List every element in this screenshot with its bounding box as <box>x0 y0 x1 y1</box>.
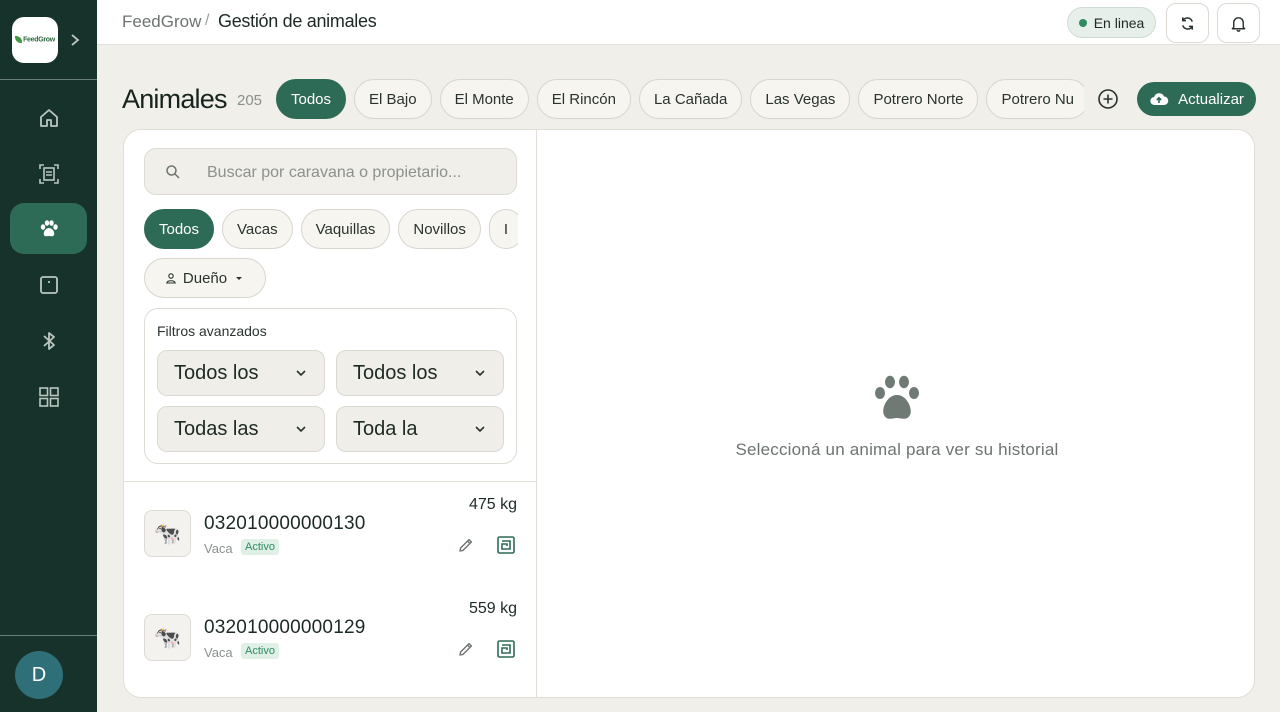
animal-type-tabs: Todos Vacas Vaquillas Novillos I <box>144 209 518 249</box>
paw-icon <box>875 375 919 419</box>
animal-history-empty-state: Seleccioná un animal para ver su histori… <box>538 130 1254 697</box>
animal-weight: 559 kg <box>468 600 517 617</box>
grid-icon <box>38 386 59 407</box>
empty-state-message: Seleccioná un animal para ver su histori… <box>735 440 1059 459</box>
sidebar-item-apps[interactable] <box>10 371 87 422</box>
advanced-filters: Filtros avanzados Todos los Todos los To… <box>144 308 517 464</box>
advanced-select[interactable]: Toda la <box>336 406 504 452</box>
home-icon <box>39 108 58 127</box>
farm-tab[interactable]: El Bajo <box>354 79 432 119</box>
advanced-select[interactable]: Todos los <box>336 350 504 396</box>
cow-icon: 🐄 <box>144 510 191 557</box>
animal-row[interactable]: 🐄 032010000000130 Vaca Activo 475 kg <box>124 482 537 586</box>
farm-tab[interactable]: El Monte <box>439 79 529 119</box>
type-tab[interactable]: Vacas <box>222 209 293 249</box>
select-value: Toda la <box>353 417 418 440</box>
status-badge: Activo <box>241 643 279 659</box>
farm-tabs: Todos El Bajo El Monte El Rincón La Caña… <box>276 79 1084 119</box>
sidebar-item-reports[interactable] <box>10 148 87 199</box>
advanced-select[interactable]: Todos los <box>157 350 325 396</box>
bell-icon <box>1231 16 1246 32</box>
sidebar: FeedGrow D <box>0 0 97 712</box>
search-icon <box>166 165 180 179</box>
paw-icon <box>40 219 58 236</box>
connection-status-badge: En linea <box>1067 7 1156 38</box>
type-tab[interactable]: Todos <box>144 209 215 249</box>
status-label: En linea <box>1093 14 1145 31</box>
animals-card: Todos Vacas Vaquillas Novillos I Dueño F… <box>123 129 1255 698</box>
chevron-down-icon <box>475 370 485 377</box>
animal-row[interactable]: 🐄 032010000000129 Vaca Activo 559 kg <box>124 586 537 690</box>
app-logo[interactable]: FeedGrow <box>12 17 58 63</box>
chevron-down-icon <box>475 426 485 433</box>
page-title: Animales <box>122 84 227 114</box>
type-tab[interactable]: Vaquillas <box>300 209 391 249</box>
animal-weight: 475 kg <box>468 496 517 513</box>
search-input[interactable] <box>207 161 507 185</box>
sync-icon <box>1181 16 1194 30</box>
advanced-select[interactable]: Todas las <box>157 406 325 452</box>
advanced-filters-title: Filtros avanzados <box>157 323 267 339</box>
edit-icon[interactable] <box>457 640 475 658</box>
animal-type: Vaca <box>204 541 233 556</box>
avatar[interactable]: D <box>15 651 63 699</box>
farm-tab[interactable]: La Cañada <box>638 79 743 119</box>
farm-tab[interactable]: Potrero Nu <box>986 79 1084 119</box>
type-tab[interactable]: I <box>488 209 518 249</box>
select-value: Todos los <box>353 361 438 384</box>
sidebar-divider-top <box>0 79 97 80</box>
type-tab[interactable]: Novillos <box>398 209 481 249</box>
owner-filter-label: Dueño <box>182 269 228 287</box>
tag-scan-icon[interactable] <box>496 639 516 659</box>
select-value: Todos los <box>174 361 259 384</box>
sidebar-divider-bottom <box>0 635 97 636</box>
animal-tag: 032010000000130 <box>204 513 366 534</box>
farm-tab[interactable]: Las Vegas <box>750 79 851 119</box>
scale-icon <box>39 275 58 294</box>
edit-icon[interactable] <box>457 536 475 554</box>
tag-scan-icon[interactable] <box>496 535 516 555</box>
owner-filter-button[interactable]: Dueño <box>144 258 266 298</box>
sidebar-item-bluetooth[interactable] <box>10 315 87 366</box>
logo-text: FeedGrow <box>15 36 55 44</box>
cow-icon: 🐄 <box>144 614 191 661</box>
status-badge: Activo <box>241 539 279 555</box>
sidebar-item-animals[interactable] <box>10 203 87 254</box>
breadcrumb-current: Gestión de animales <box>218 11 377 31</box>
farm-tab[interactable]: Todos <box>276 79 347 119</box>
update-button[interactable]: Actualizar <box>1137 82 1256 116</box>
chevron-down-icon <box>296 370 306 377</box>
sidebar-item-home[interactable] <box>10 92 87 143</box>
bluetooth-icon <box>42 331 55 350</box>
top-bar: FeedGrow / Gestión de animales En linea <box>97 0 1280 45</box>
breadcrumb-root[interactable]: FeedGrow <box>122 12 201 32</box>
animal-tag: 032010000000129 <box>204 617 366 638</box>
cloud-upload-icon <box>1150 93 1169 106</box>
chevron-down-icon <box>296 426 306 433</box>
animal-count: 205 <box>237 92 263 109</box>
chevron-right-icon[interactable] <box>68 32 82 48</box>
sidebar-item-scale[interactable] <box>10 259 87 310</box>
farm-tab[interactable]: El Rincón <box>536 79 631 119</box>
farm-tab[interactable]: Potrero Norte <box>858 79 979 119</box>
animal-type: Vaca <box>204 645 233 660</box>
add-circle-icon[interactable] <box>1097 88 1119 110</box>
status-dot-icon <box>1078 18 1087 27</box>
select-value: Todas las <box>174 417 259 440</box>
person-icon <box>165 273 176 284</box>
document-scan-icon <box>38 163 59 184</box>
notifications-button[interactable] <box>1217 3 1260 43</box>
breadcrumb-separator: / <box>205 12 210 29</box>
sync-button[interactable] <box>1166 3 1209 43</box>
caret-down-icon <box>236 277 243 280</box>
search-box[interactable] <box>144 148 517 195</box>
animal-list-pane: Todos Vacas Vaquillas Novillos I Dueño F… <box>124 130 537 697</box>
update-button-label: Actualizar <box>1178 90 1244 108</box>
